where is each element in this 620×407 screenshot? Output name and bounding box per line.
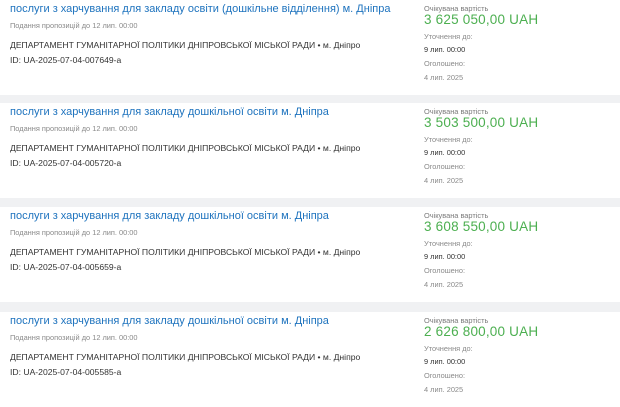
announced-date: 4 лип. 2025 [424, 176, 464, 185]
clarification-label: Уточнення до: [424, 344, 473, 353]
clarification-label: Уточнення до: [424, 32, 473, 41]
tender-title-link[interactable]: послуги з харчування для закладу дошкіль… [10, 315, 329, 327]
tender-list: послуги з харчування для закладу освіти … [0, 0, 620, 407]
tender-card: послуги з харчування для закладу дошкіль… [0, 312, 620, 407]
announced-label: Оголошено: [424, 59, 466, 68]
clarification-date: 9 лип. 00:00 [424, 357, 466, 366]
clarification-date: 9 лип. 00:00 [424, 148, 466, 157]
tender-title-link[interactable]: послуги з харчування для закладу дошкіль… [10, 106, 329, 118]
announced-date: 4 лип. 2025 [424, 280, 464, 289]
clarification-date: 9 лип. 00:00 [424, 45, 466, 54]
clarification-label: Уточнення до: [424, 239, 473, 248]
expected-value-amount: 3 503 500,00 UAH [424, 115, 539, 130]
procuring-entity: ДЕПАРТАМЕНТ ГУМАНІТАРНОЇ ПОЛІТИКИ ДНІПРО… [10, 352, 361, 362]
clarification-date: 9 лип. 00:00 [424, 252, 466, 261]
announced-label: Оголошено: [424, 162, 466, 171]
procuring-entity: ДЕПАРТАМЕНТ ГУМАНІТАРНОЇ ПОЛІТИКИ ДНІПРО… [10, 247, 361, 257]
announced-date: 4 лип. 2025 [424, 73, 464, 82]
clarification-label: Уточнення до: [424, 135, 473, 144]
tender-card: послуги з харчування для закладу дошкіль… [0, 207, 620, 302]
submission-deadline: Подання пропозицій до 12 лип. 00:00 [10, 21, 138, 30]
submission-deadline: Подання пропозицій до 12 лип. 00:00 [10, 333, 138, 342]
tender-card: послуги з харчування для закладу дошкіль… [0, 103, 620, 198]
tender-card: послуги з харчування для закладу освіти … [0, 0, 620, 95]
submission-deadline: Подання пропозицій до 12 лип. 00:00 [10, 124, 138, 133]
expected-value-amount: 2 626 800,00 UAH [424, 324, 539, 339]
expected-value-amount: 3 608 550,00 UAH [424, 219, 539, 234]
tender-id: ID: UA-2025-07-04-005659-a [10, 262, 122, 272]
expected-value-amount: 3 625 050,00 UAH [424, 12, 539, 27]
tender-id: ID: UA-2025-07-04-007649-a [10, 55, 122, 65]
submission-deadline: Подання пропозицій до 12 лип. 00:00 [10, 228, 138, 237]
tender-id: ID: UA-2025-07-04-005585-a [10, 367, 122, 377]
tender-title-link[interactable]: послуги з харчування для закладу дошкіль… [10, 210, 329, 222]
tender-id: ID: UA-2025-07-04-005720-a [10, 158, 122, 168]
announced-date: 4 лип. 2025 [424, 385, 464, 394]
procuring-entity: ДЕПАРТАМЕНТ ГУМАНІТАРНОЇ ПОЛІТИКИ ДНІПРО… [10, 40, 361, 50]
tender-title-link[interactable]: послуги з харчування для закладу освіти … [10, 3, 390, 15]
announced-label: Оголошено: [424, 266, 466, 275]
announced-label: Оголошено: [424, 371, 466, 380]
procuring-entity: ДЕПАРТАМЕНТ ГУМАНІТАРНОЇ ПОЛІТИКИ ДНІПРО… [10, 143, 361, 153]
